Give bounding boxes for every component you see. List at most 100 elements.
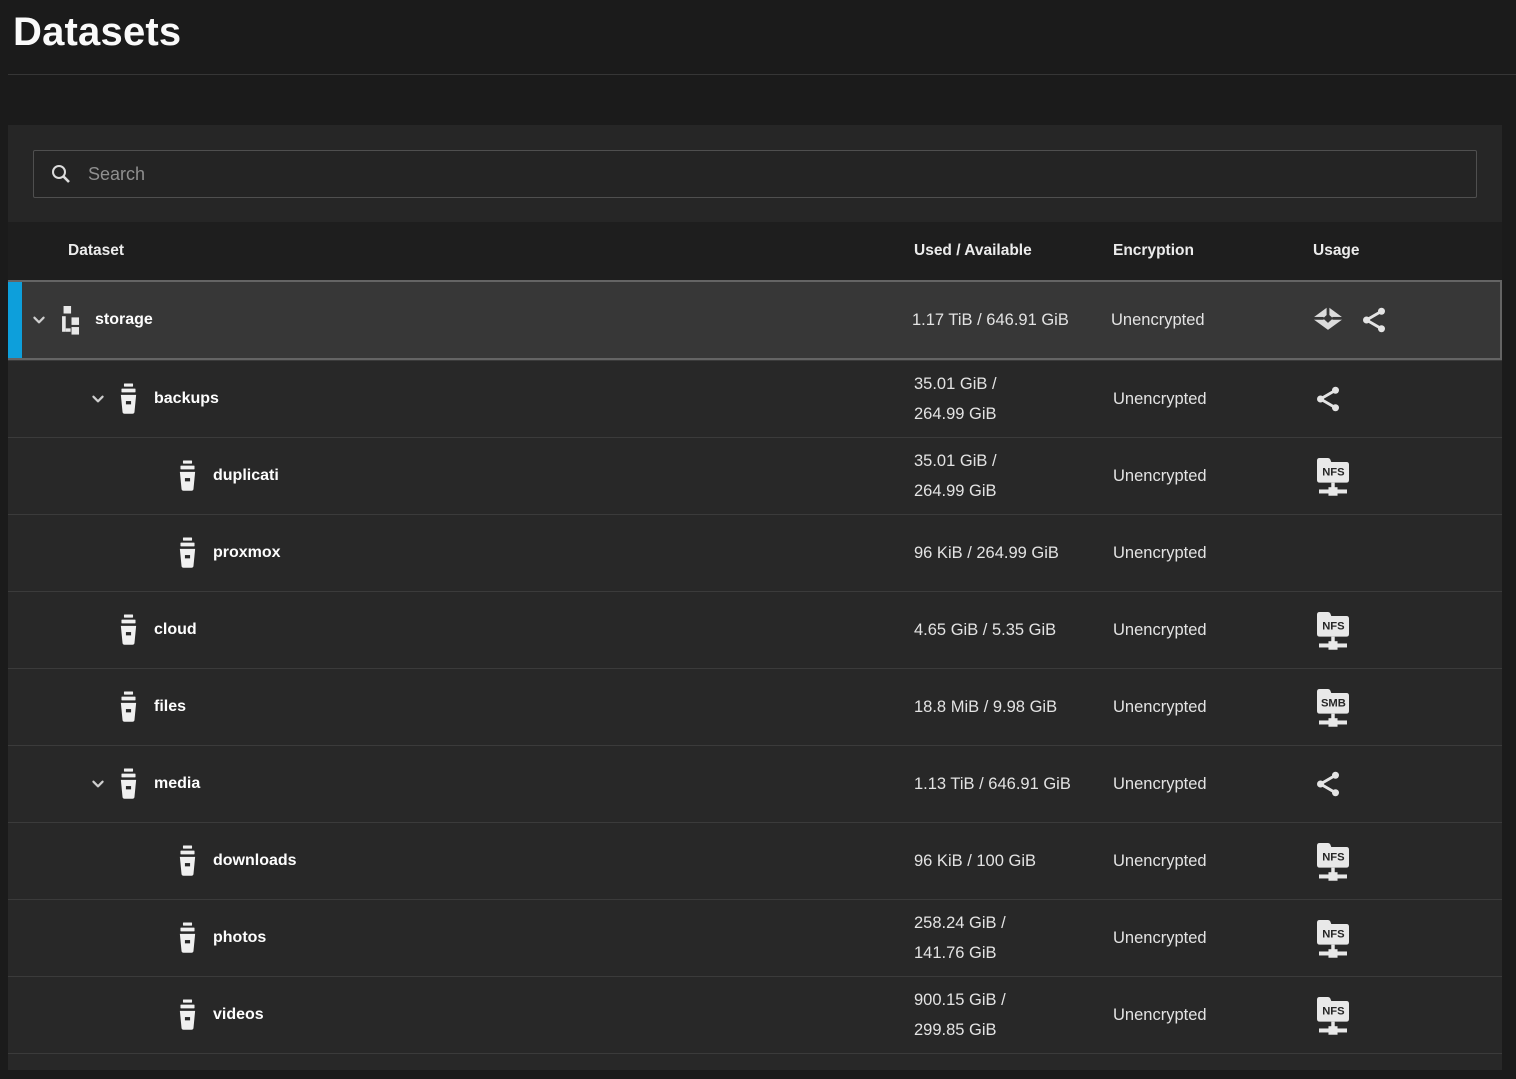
search-input[interactable]: [88, 164, 1462, 185]
chevron-down-icon[interactable]: [28, 308, 50, 332]
nfs-share-icon[interactable]: NFS: [1313, 993, 1353, 1037]
page-title: Datasets: [13, 10, 1516, 55]
dataset-name: cloud: [154, 621, 197, 639]
used-available: 96 KiB / 264.99 GiB: [906, 538, 1105, 568]
nfs-share-icon[interactable]: NFS: [1313, 608, 1353, 652]
encryption-status: Unencrypted: [1105, 929, 1305, 948]
dataset-row[interactable]: downloads 96 KiB / 100 GiB Unencrypted N…: [8, 822, 1502, 899]
tree-cell: duplicati: [8, 460, 906, 492]
dataset-icon: [174, 537, 201, 569]
column-header-usage: Usage: [1305, 242, 1502, 260]
usage-cell: NFS: [1305, 454, 1502, 498]
usage-cell: NFS: [1305, 993, 1502, 1037]
svg-text:NFS: NFS: [1322, 620, 1345, 632]
datasets-card: Dataset Used / Available Encryption Usag…: [8, 125, 1502, 1070]
tree-cell: storage: [8, 306, 904, 335]
tree-cell: downloads: [8, 845, 906, 877]
dataset-tree-icon: [56, 306, 83, 335]
tree-cell: backups: [8, 383, 906, 415]
apps-icon[interactable]: [1311, 306, 1345, 334]
tree-cell: proxmox: [8, 537, 906, 569]
dataset-icon: [115, 614, 142, 646]
dataset-name: media: [154, 775, 200, 793]
tree-cell: media: [8, 768, 906, 800]
dataset-row[interactable]: photos 258.24 GiB / 141.76 GiB Unencrypt…: [8, 899, 1502, 976]
dataset-name: downloads: [213, 852, 297, 870]
svg-text:SMB: SMB: [1321, 697, 1346, 709]
encryption-status: Unencrypted: [1105, 390, 1305, 409]
share-icon[interactable]: [1359, 305, 1389, 335]
tree-cell: photos: [8, 922, 906, 954]
dataset-name: storage: [95, 311, 153, 329]
column-header-dataset: Dataset: [8, 242, 906, 260]
tree-cell: cloud: [8, 614, 906, 646]
dataset-name: videos: [213, 1006, 264, 1024]
dataset-row[interactable]: backups 35.01 GiB / 264.99 GiB Unencrypt…: [8, 360, 1502, 437]
encryption-status: Unencrypted: [1105, 544, 1305, 563]
encryption-status: Unencrypted: [1105, 775, 1305, 794]
used-available: 4.65 GiB / 5.35 GiB: [906, 615, 1105, 645]
dataset-row[interactable]: proxmox 96 KiB / 264.99 GiB Unencrypted: [8, 514, 1502, 591]
dataset-row[interactable]: videos 900.15 GiB / 299.85 GiB Unencrypt…: [8, 976, 1502, 1053]
svg-text:NFS: NFS: [1322, 1005, 1345, 1017]
dataset-name: proxmox: [213, 544, 281, 562]
usage-cell: [1305, 769, 1502, 799]
encryption-status: Unencrypted: [1105, 852, 1305, 871]
tree-cell: videos: [8, 999, 906, 1031]
column-header-encryption: Encryption: [1105, 242, 1305, 260]
dataset-icon: [174, 460, 201, 492]
search-box[interactable]: [33, 150, 1477, 198]
svg-text:NFS: NFS: [1322, 928, 1345, 940]
column-header-used-available: Used / Available: [906, 242, 1105, 260]
encryption-status: Unencrypted: [1105, 698, 1305, 717]
dataset-row[interactable]: duplicati 35.01 GiB / 264.99 GiB Unencry…: [8, 437, 1502, 514]
dataset-row[interactable]: files 18.8 MiB / 9.98 GiB Unencrypted SM…: [8, 668, 1502, 745]
header-divider: [8, 74, 1516, 75]
used-available: 258.24 GiB / 141.76 GiB: [906, 908, 1105, 968]
usage-cell: NFS: [1305, 916, 1502, 960]
nfs-share-icon[interactable]: NFS: [1313, 454, 1353, 498]
search-icon: [49, 162, 73, 186]
usage-cell: NFS: [1305, 608, 1502, 652]
dataset-icon: [174, 999, 201, 1031]
used-available: 96 KiB / 100 GiB: [906, 846, 1105, 876]
dataset-row[interactable]: storage 1.17 TiB / 646.91 GiB Unencrypte…: [8, 280, 1502, 360]
usage-cell: NFS: [1305, 839, 1502, 883]
chevron-down-icon[interactable]: [87, 387, 109, 411]
dataset-name: duplicati: [213, 467, 279, 485]
dataset-name: files: [154, 698, 186, 716]
dataset-name: backups: [154, 390, 219, 408]
encryption-status: Unencrypted: [1103, 311, 1303, 330]
chevron-down-icon[interactable]: [87, 772, 109, 796]
encryption-status: Unencrypted: [1105, 621, 1305, 640]
dataset-row-partial: [8, 1053, 1502, 1070]
dataset-icon: [115, 691, 142, 723]
dataset-row[interactable]: cloud 4.65 GiB / 5.35 GiB Unencrypted NF…: [8, 591, 1502, 668]
nfs-share-icon[interactable]: NFS: [1313, 916, 1353, 960]
dataset-row[interactable]: media 1.13 TiB / 646.91 GiB Unencrypted: [8, 745, 1502, 822]
used-available: 900.15 GiB / 299.85 GiB: [906, 985, 1105, 1045]
smb-share-icon[interactable]: SMB: [1313, 685, 1353, 729]
search-section: [8, 125, 1502, 222]
encryption-status: Unencrypted: [1105, 1006, 1305, 1025]
used-available: 1.17 TiB / 646.91 GiB: [904, 305, 1103, 335]
share-icon[interactable]: [1313, 384, 1343, 414]
used-available: 18.8 MiB / 9.98 GiB: [906, 692, 1105, 722]
nfs-share-icon[interactable]: NFS: [1313, 839, 1353, 883]
usage-cell: [1305, 384, 1502, 414]
used-available: 35.01 GiB / 264.99 GiB: [906, 446, 1105, 506]
usage-cell: SMB: [1305, 685, 1502, 729]
svg-text:NFS: NFS: [1322, 851, 1345, 863]
dataset-icon: [174, 922, 201, 954]
dataset-icon: [174, 845, 201, 877]
encryption-status: Unencrypted: [1105, 467, 1305, 486]
table-body: storage 1.17 TiB / 646.91 GiB Unencrypte…: [8, 280, 1502, 1070]
dataset-name: photos: [213, 929, 266, 947]
svg-text:NFS: NFS: [1322, 466, 1345, 478]
used-available: 1.13 TiB / 646.91 GiB: [906, 769, 1105, 799]
dataset-icon: [115, 768, 142, 800]
used-available: 35.01 GiB / 264.99 GiB: [906, 369, 1105, 429]
tree-cell: files: [8, 691, 906, 723]
share-icon[interactable]: [1313, 769, 1343, 799]
table-header: Dataset Used / Available Encryption Usag…: [8, 222, 1502, 280]
